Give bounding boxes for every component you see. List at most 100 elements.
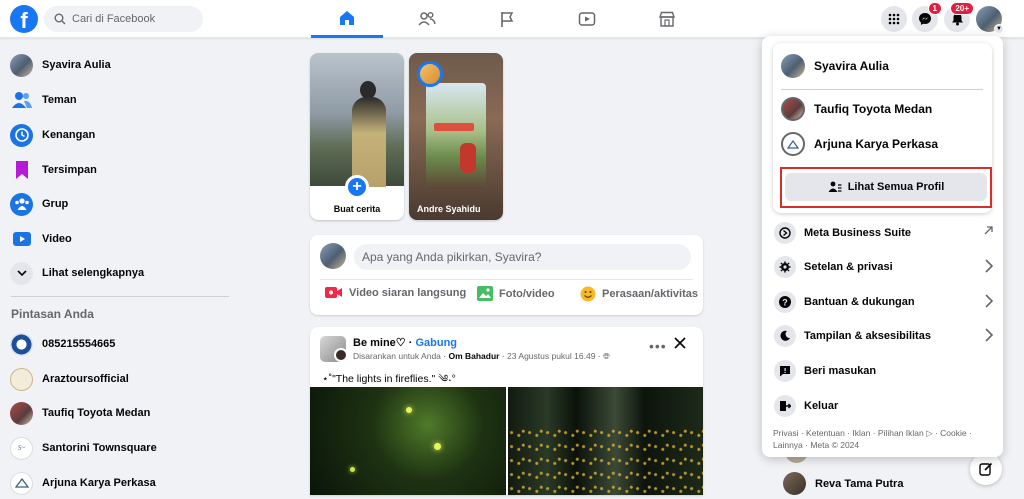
menu-item-give-feedback[interactable]: Beri masukan — [774, 356, 994, 386]
sidebar-item-profile[interactable]: Syavira Aulia — [10, 49, 111, 81]
new-message-button[interactable] — [970, 453, 1002, 485]
post-group-name[interactable]: Be mine♡ — [353, 337, 406, 349]
more-options-icon[interactable]: ••• — [649, 338, 667, 354]
chevron-down-icon: ▼ — [994, 24, 1004, 34]
shortcut-item[interactable]: Arjuna Karya Perkasa — [10, 467, 156, 499]
top-navigation-bar: f Cari di Facebook 1 20+ ▼ — [0, 0, 1024, 38]
menu-item-settings-privacy[interactable]: Setelan & privasi — [774, 252, 994, 282]
feeling-activity-button[interactable]: Perasaan/aktivitas — [580, 286, 698, 302]
search-bar[interactable]: Cari di Facebook — [44, 6, 203, 32]
shortcut-label: Araztoursofficial — [42, 373, 129, 385]
chevron-right-icon — [985, 259, 994, 273]
tab-marketplace[interactable] — [631, 0, 703, 38]
feedback-icon — [774, 360, 796, 382]
profile-divider — [781, 89, 983, 90]
join-group-link[interactable]: Gabung — [415, 337, 457, 349]
current-profile-name: Syavira Aulia — [814, 59, 889, 73]
avatar — [320, 243, 346, 269]
video-play-icon — [578, 12, 596, 26]
photo-video-label: Foto/video — [499, 287, 555, 300]
sidebar-item-memories[interactable]: Kenangan — [10, 119, 95, 151]
sidebar-item-groups[interactable]: Grup — [10, 188, 68, 220]
shortcut-item[interactable]: S~ Santorini Townsquare — [10, 432, 157, 464]
search-icon — [54, 13, 66, 25]
friends-icon — [10, 89, 33, 112]
post-composer: Apa yang Anda pikirkan, Syavira? Video s… — [310, 235, 703, 315]
menu-footer-links[interactable]: Privasi · Ketentuan · Iklan · Pilihan Ik… — [773, 427, 993, 451]
post-meta: Disarankan untuk Anda · Om Bahadur · 23 … — [353, 351, 610, 361]
tab-friends[interactable] — [391, 0, 463, 38]
marketplace-icon — [659, 11, 675, 27]
shortcut-avatar — [10, 471, 33, 495]
shortcut-label: Arjuna Karya Perkasa — [42, 477, 156, 489]
see-all-profiles-button[interactable]: Lihat Semua Profil — [785, 173, 987, 201]
shortcut-label: 085215554665 — [42, 338, 116, 350]
memories-icon — [10, 123, 33, 147]
post-image-left[interactable] — [310, 387, 506, 495]
chevron-down-icon — [10, 261, 33, 285]
post-image-right[interactable] — [508, 387, 703, 495]
live-video-label: Video siaran langsung — [349, 286, 467, 299]
saved-icon — [10, 159, 33, 182]
menu-item-label: Setelan & privasi — [804, 261, 893, 273]
account-avatar-button[interactable]: ▼ — [976, 6, 1004, 34]
photo-video-button[interactable]: Foto/video — [477, 286, 555, 301]
menu-item-meta-business-suite[interactable]: Meta Business Suite — [774, 218, 994, 248]
avatar — [783, 472, 806, 495]
facebook-logo[interactable]: f — [10, 5, 38, 33]
feeling-activity-label: Perasaan/aktivitas — [602, 288, 699, 300]
close-icon[interactable] — [672, 335, 688, 351]
shortcut-avatar — [10, 367, 33, 391]
home-icon — [340, 10, 354, 25]
story-create[interactable]: + Buat cerita — [310, 53, 404, 220]
messenger-icon — [919, 13, 931, 25]
menu-item-help-support[interactable]: ? Bantuan & dukungan — [774, 287, 994, 317]
post-header: Be mine♡ · Gabung — [353, 336, 457, 349]
contact-name: Reva Tama Putra — [815, 477, 904, 490]
gear-icon — [774, 256, 796, 278]
post-timestamp[interactable]: 23 Agustus pukul 16.49 — [507, 351, 595, 361]
menu-item-logout[interactable]: Keluar — [774, 391, 994, 421]
shortcut-item[interactable]: Taufiq Toyota Medan — [10, 397, 150, 429]
switch-profile-item[interactable]: Taufiq Toyota Medan — [781, 93, 932, 125]
tab-home[interactable] — [311, 0, 383, 38]
contact-item[interactable]: Reva Tama Putra — [783, 472, 903, 495]
menu-grid-button[interactable] — [881, 6, 907, 32]
story-caption-bar — [434, 123, 474, 131]
photo-icon — [477, 286, 493, 301]
notifications-badge: 20+ — [950, 2, 974, 15]
sidebar-item-label: Lihat selengkapnya — [42, 267, 145, 279]
moon-icon — [774, 325, 796, 347]
shortcut-avatar: S~ — [10, 436, 33, 460]
shortcut-item[interactable]: 085215554665 — [10, 328, 115, 360]
story-thumbnail — [426, 83, 486, 189]
shortcut-item[interactable]: Araztoursofficial — [10, 363, 129, 395]
live-video-button[interactable]: Video siaran langsung — [325, 286, 466, 299]
chevron-right-icon — [985, 328, 994, 342]
sidebar-item-video[interactable]: Video — [10, 223, 72, 255]
sidebar-item-see-more[interactable]: Lihat selengkapnya — [10, 257, 144, 289]
menu-item-display-accessibility[interactable]: Tampilan & aksesibilitas — [774, 321, 994, 351]
smiley-icon — [580, 286, 596, 302]
tab-video[interactable] — [551, 0, 623, 38]
composer-input[interactable]: Apa yang Anda pikirkan, Syavira? — [354, 244, 691, 270]
compose-icon — [979, 462, 993, 476]
search-input[interactable]: Cari di Facebook — [72, 13, 155, 25]
external-link-icon — [984, 226, 993, 235]
sidebar-item-friends[interactable]: Teman — [10, 84, 77, 116]
notifications-button[interactable]: 20+ — [944, 2, 974, 32]
post-author-link[interactable]: Om Bahadur — [448, 351, 499, 361]
messenger-button[interactable]: 1 — [912, 2, 942, 32]
sidebar-divider — [11, 296, 229, 297]
avatar — [781, 54, 805, 78]
sidebar-item-label: Video — [42, 233, 72, 245]
sidebar-item-label: Syavira Aulia — [42, 59, 111, 71]
avatar — [781, 132, 805, 156]
switch-profile-item[interactable]: Arjuna Karya Perkasa — [781, 128, 938, 160]
tab-pages[interactable] — [471, 0, 543, 38]
sidebar-item-saved[interactable]: Tersimpan — [10, 154, 97, 186]
add-story-icon[interactable]: + — [345, 175, 369, 199]
current-profile[interactable]: Syavira Aulia — [781, 50, 889, 82]
story-item[interactable]: Andre Syahidu — [409, 53, 503, 220]
shortcut-avatar — [10, 401, 33, 425]
